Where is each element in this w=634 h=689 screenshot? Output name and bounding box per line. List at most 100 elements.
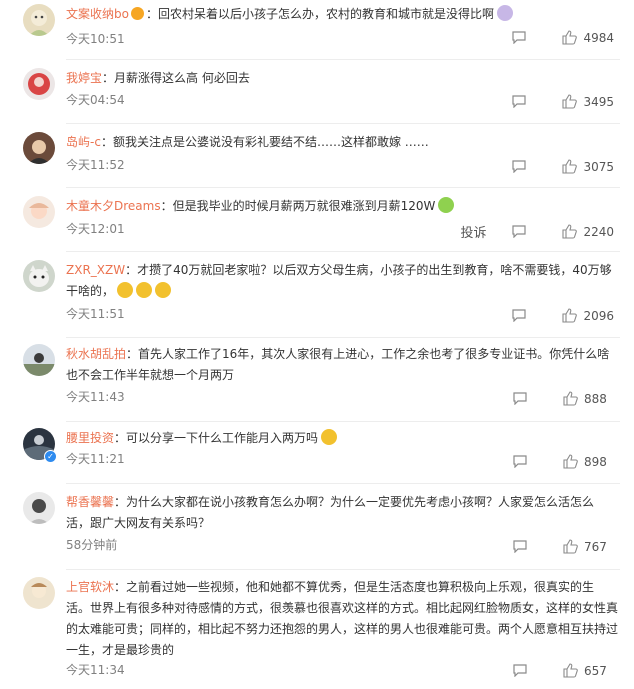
emoji-icon xyxy=(155,282,172,298)
comment-time: 今天11:52 xyxy=(66,158,125,172)
thumb-up-icon[interactable] xyxy=(563,454,578,469)
comment-icon[interactable] xyxy=(513,664,527,677)
comment-item: 秋水胡乱拍：首先人家工作了16年，其次人家很有上进心，工作之余也考了很多专业证书… xyxy=(0,342,634,422)
like-count: 2096 xyxy=(583,308,614,323)
comment-text: 之前看过她一些视频，他和她都不算优秀，但是生活态度也算积极向上乐观，很真实的生活… xyxy=(66,580,619,657)
avatar[interactable] xyxy=(23,132,55,164)
like-count: 2240 xyxy=(583,224,614,239)
emoji-icon xyxy=(130,7,144,20)
comment-actions: 3495 xyxy=(512,94,614,109)
comment-icon[interactable] xyxy=(513,392,527,405)
comment-actions: 888 xyxy=(513,391,614,406)
comment-item: ✓ 腰里投资：可以分享一下什么工作能月入两万吗 今天11:21 898 xyxy=(0,426,634,484)
thumb-up-icon[interactable] xyxy=(562,30,578,45)
comment-item: ZXR_XZW：才攒了40万就回老家啦？以后双方父母生病，小孩子的出生到教育，啥… xyxy=(0,258,634,338)
comment-time: 58分钟前 xyxy=(66,538,118,552)
comment-item: 文案收纳bo ：回农村呆着以后小孩子怎么办，农村的教育和城市就是没得比啊 今天10… xyxy=(0,2,634,60)
divider xyxy=(66,421,620,422)
avatar[interactable] xyxy=(23,4,55,36)
comment-body: 我婷宝：月薪涨得这么高 何必回去 xyxy=(66,71,250,85)
like-count: 888 xyxy=(584,391,607,406)
divider xyxy=(66,337,620,338)
thumb-up-icon[interactable] xyxy=(562,224,578,239)
comment-list: 文案收纳bo ：回农村呆着以后小孩子怎么办，农村的教育和城市就是没得比啊 今天10… xyxy=(0,0,634,689)
comment-time: 今天11:51 xyxy=(66,307,125,321)
comment-icon[interactable] xyxy=(512,160,527,173)
comment-body: 上官软沐：之前看过她一些视频，他和她都不算优秀，但是生活态度也算积极向上乐观，很… xyxy=(66,580,619,657)
comment-time: 今天11:43 xyxy=(66,390,125,404)
comment-icon[interactable] xyxy=(512,309,527,322)
comment-actions: 2096 xyxy=(512,308,614,323)
thumb-up-icon[interactable] xyxy=(562,159,578,174)
comment-time: 今天11:34 xyxy=(66,663,125,677)
comment-text: 可以分享一下什么工作能月入两万吗 xyxy=(126,431,319,445)
divider xyxy=(66,251,620,252)
username-link[interactable]: 文案收纳bo xyxy=(66,7,129,21)
comment-item: 木童木夕Dreams：但是我毕业的时候月薪两万就很难涨到月薪120W 今天12:… xyxy=(0,194,634,252)
comment-body: 文案收纳bo ：回农村呆着以后小孩子怎么办，农村的教育和城市就是没得比啊 xyxy=(66,4,618,25)
avatar[interactable] xyxy=(23,196,55,228)
username-link[interactable]: 上官软沐 xyxy=(66,580,114,594)
comment-text: 但是我毕业的时候月薪两万就很难涨到月薪120W xyxy=(172,199,436,213)
like-count: 767 xyxy=(584,539,607,554)
comment-body: 秋水胡乱拍：首先人家工作了16年，其次人家很有上进心，工作之余也考了很多专业证书… xyxy=(66,347,610,382)
comment-body: 腰里投资：可以分享一下什么工作能月入两万吗 xyxy=(66,428,618,449)
like-count: 898 xyxy=(584,454,607,469)
username-link[interactable]: 我婷宝 xyxy=(66,71,102,85)
comment-icon[interactable] xyxy=(513,455,527,468)
report-link[interactable]: 投诉 xyxy=(460,222,486,241)
username-link[interactable]: 木童木夕Dreams xyxy=(66,199,161,213)
like-count: 4984 xyxy=(583,30,614,45)
avatar[interactable] xyxy=(23,260,55,292)
thumb-up-icon[interactable] xyxy=(562,94,578,109)
comment-actions: 657 xyxy=(513,663,614,678)
comment-text: 回农村呆着以后小孩子怎么办，农村的教育和城市就是没得比啊 xyxy=(157,7,494,21)
username-link[interactable]: ZXR_XZW xyxy=(66,263,125,277)
thumb-up-icon[interactable] xyxy=(563,663,578,678)
divider xyxy=(66,123,620,124)
comment-icon[interactable] xyxy=(513,540,527,553)
comment-item: 帮香馨馨：为什么大家都在说小孩教育怎么办啊？为什么一定要优先考虑小孩啊？人家爱怎… xyxy=(0,490,634,570)
like-count: 3495 xyxy=(583,94,614,109)
comment-icon[interactable] xyxy=(512,31,527,44)
username-link[interactable]: 岛屿-c xyxy=(66,135,101,149)
comment-actions: 767 xyxy=(513,539,614,554)
comment-time: 今天10:51 xyxy=(66,32,125,46)
divider xyxy=(66,569,620,570)
thumb-up-icon[interactable] xyxy=(563,539,578,554)
comment-icon[interactable] xyxy=(512,225,527,238)
comment-actions: 投诉 2240 xyxy=(460,222,614,241)
username-link[interactable]: 秋水胡乱拍 xyxy=(66,347,126,361)
comment-body: 帮香馨馨：为什么大家都在说小孩教育怎么办啊？为什么一定要优先考虑小孩啊？人家爱怎… xyxy=(66,495,595,530)
comment-text: 为什么大家都在说小孩教育怎么办啊？为什么一定要优先考虑小孩啊？人家爱怎么活怎么活… xyxy=(66,495,595,530)
username-link[interactable]: 腰里投资 xyxy=(66,431,114,445)
thumb-up-icon[interactable] xyxy=(562,308,578,323)
comment-body: 木童木夕Dreams：但是我毕业的时候月薪两万就很难涨到月薪120W xyxy=(66,196,618,217)
comment-icon[interactable] xyxy=(512,95,527,108)
username-link[interactable]: 帮香馨馨 xyxy=(66,495,114,509)
avatar[interactable] xyxy=(23,344,55,376)
comment-time: 今天12:01 xyxy=(66,222,125,236)
divider xyxy=(66,59,620,60)
like-count: 657 xyxy=(584,663,607,678)
avatar[interactable] xyxy=(23,68,55,100)
verified-badge-icon: ✓ xyxy=(44,450,57,463)
comment-actions: 4984 xyxy=(512,30,614,45)
comment-item: 上官软沐：之前看过她一些视频，他和她都不算优秀，但是生活态度也算积极向上乐观，很… xyxy=(0,575,634,689)
emoji-icon xyxy=(438,197,455,213)
comment-body: ZXR_XZW：才攒了40万就回老家啦？以后双方父母生病，小孩子的出生到教育，啥… xyxy=(66,263,612,298)
comment-actions: 3075 xyxy=(512,159,614,174)
avatar[interactable] xyxy=(23,492,55,524)
thumb-up-icon[interactable] xyxy=(563,391,578,406)
emoji-icon xyxy=(321,429,338,445)
emoji-icon xyxy=(497,5,513,21)
comment-text: 额我关注点是公婆说没有彩礼要结不结……这样都敢嫁 …… xyxy=(112,135,429,149)
divider xyxy=(66,483,620,484)
emoji-icon xyxy=(136,282,153,298)
comment-time: 今天04:54 xyxy=(66,93,125,107)
comment-time: 今天11:21 xyxy=(66,452,125,466)
comment-item: 我婷宝：月薪涨得这么高 何必回去 今天04:54 3495 xyxy=(0,66,634,124)
comment-actions: 898 xyxy=(513,454,614,469)
avatar[interactable] xyxy=(23,577,55,609)
divider xyxy=(66,187,620,188)
